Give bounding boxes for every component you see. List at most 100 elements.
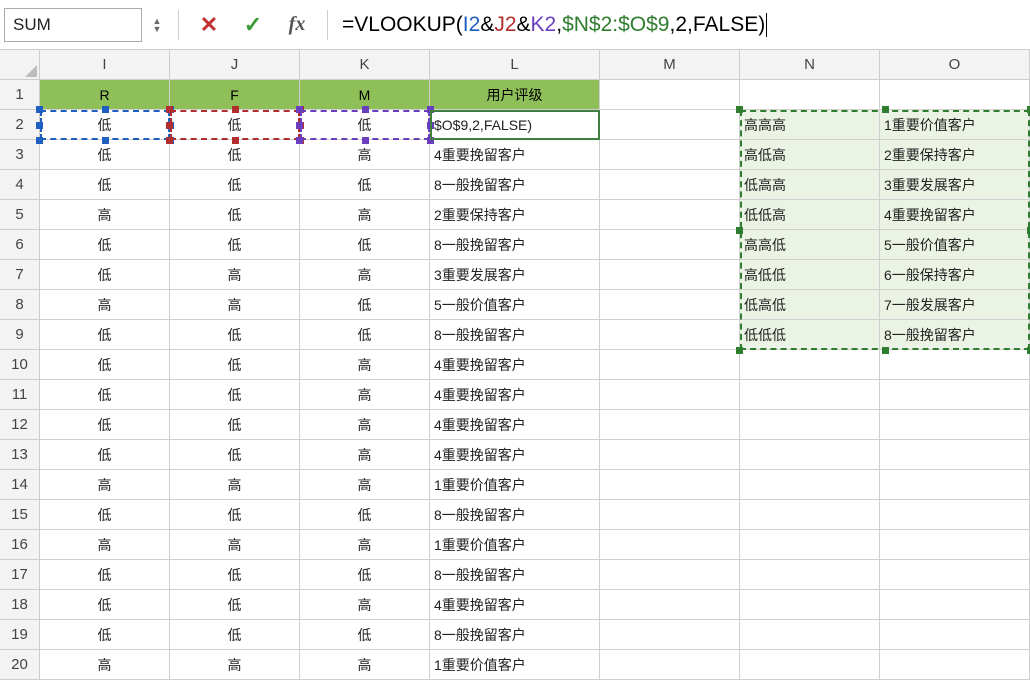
cell[interactable]: 低 [170,110,300,140]
cell[interactable] [880,590,1030,620]
cell[interactable]: 低 [170,440,300,470]
col-header-K[interactable]: K [300,50,430,80]
cell[interactable]: 低 [40,590,170,620]
cell[interactable] [600,80,740,110]
select-all-corner[interactable] [0,50,40,80]
cell[interactable] [600,500,740,530]
cell[interactable]: 高高高 [740,110,880,140]
cell[interactable] [880,530,1030,560]
cell[interactable]: 高 [170,470,300,500]
cell[interactable] [880,470,1030,500]
cell[interactable] [600,650,740,680]
cell[interactable]: 8一般挽留客户 [430,500,600,530]
cell[interactable]: 高 [300,140,430,170]
row-header-20[interactable]: 20 [0,650,40,680]
cell[interactable]: 低 [170,320,300,350]
cell[interactable] [600,230,740,260]
col-header-L[interactable]: L [430,50,600,80]
cell[interactable] [880,650,1030,680]
cell[interactable]: 4重要挽留客户 [430,380,600,410]
row-header-14[interactable]: 14 [0,470,40,500]
row-header-3[interactable]: 3 [0,140,40,170]
cell[interactable] [740,530,880,560]
cell[interactable]: 高 [300,350,430,380]
cell[interactable] [740,500,880,530]
cell[interactable]: 低 [300,320,430,350]
cell[interactable]: 高 [300,650,430,680]
cell[interactable] [880,380,1030,410]
cell[interactable] [740,350,880,380]
cell[interactable]: 低 [40,620,170,650]
accept-button[interactable]: ✓ [237,9,269,41]
col-header-M[interactable]: M [600,50,740,80]
cell[interactable]: 高 [300,440,430,470]
cell[interactable]: 低 [40,170,170,200]
cell[interactable]: 高 [40,470,170,500]
cell[interactable]: 低 [40,110,170,140]
cell[interactable]: 低 [300,110,430,140]
cell[interactable] [600,380,740,410]
cell[interactable]: 4重要挽留客户 [880,200,1030,230]
cell[interactable] [880,560,1030,590]
cell[interactable]: 8一般挽留客户 [430,560,600,590]
cell[interactable] [600,410,740,440]
cell[interactable] [600,590,740,620]
cell[interactable]: 6一般保持客户 [880,260,1030,290]
row-header-17[interactable]: 17 [0,560,40,590]
cell[interactable]: 低 [170,200,300,230]
name-box[interactable]: SUM [4,8,142,42]
cell[interactable] [880,350,1030,380]
cell[interactable] [600,140,740,170]
cancel-button[interactable]: ✕ [193,9,225,41]
cell[interactable]: 8一般挽留客户 [430,320,600,350]
cell[interactable]: 5一般价值客户 [880,230,1030,260]
cell[interactable]: 高 [170,290,300,320]
cell[interactable] [740,650,880,680]
cell[interactable]: 高 [300,470,430,500]
cell[interactable]: 2重要保持客户 [430,200,600,230]
cell[interactable] [600,200,740,230]
cell[interactable]: 4重要挽留客户 [430,590,600,620]
cell[interactable]: 低 [170,230,300,260]
cell[interactable]: 低 [300,230,430,260]
cell[interactable] [740,380,880,410]
cell[interactable] [880,80,1030,110]
cell[interactable] [600,320,740,350]
row-header-8[interactable]: 8 [0,290,40,320]
cell[interactable]: 高 [40,530,170,560]
cell[interactable]: 高 [300,530,430,560]
cell[interactable] [740,410,880,440]
cell[interactable]: 4重要挽留客户 [430,350,600,380]
cell[interactable] [740,560,880,590]
cell[interactable] [600,620,740,650]
cell[interactable]: 4重要挽留客户 [430,440,600,470]
cell[interactable]: 1重要价值客户 [430,530,600,560]
cell[interactable] [600,530,740,560]
row-header-19[interactable]: 19 [0,620,40,650]
cell[interactable] [600,110,740,140]
cell[interactable]: 高 [300,380,430,410]
row-header-6[interactable]: 6 [0,230,40,260]
cell[interactable] [600,170,740,200]
cell[interactable] [740,470,880,500]
cell[interactable]: 低 [170,140,300,170]
cell[interactable]: 低 [40,350,170,380]
formula-input[interactable]: =VLOOKUP(I2&J2&K2,$N$2:$O$9,2,FALSE) [336,9,1026,41]
cell[interactable]: 高 [170,650,300,680]
cell[interactable]: 低 [170,410,300,440]
cell[interactable]: 低 [300,500,430,530]
row-header-10[interactable]: 10 [0,350,40,380]
cell[interactable]: 低 [40,260,170,290]
cell[interactable]: 8一般挽留客户 [430,620,600,650]
row-header-18[interactable]: 18 [0,590,40,620]
cell[interactable]: 高高低 [740,230,880,260]
cell[interactable]: 高 [40,290,170,320]
row-header-16[interactable]: 16 [0,530,40,560]
cell[interactable]: M [300,80,430,110]
cell[interactable]: 2重要保持客户 [880,140,1030,170]
cell[interactable]: 高 [300,410,430,440]
row-header-5[interactable]: 5 [0,200,40,230]
cell[interactable]: 低 [40,380,170,410]
cell[interactable]: 低 [300,620,430,650]
cell[interactable]: 低高高 [740,170,880,200]
